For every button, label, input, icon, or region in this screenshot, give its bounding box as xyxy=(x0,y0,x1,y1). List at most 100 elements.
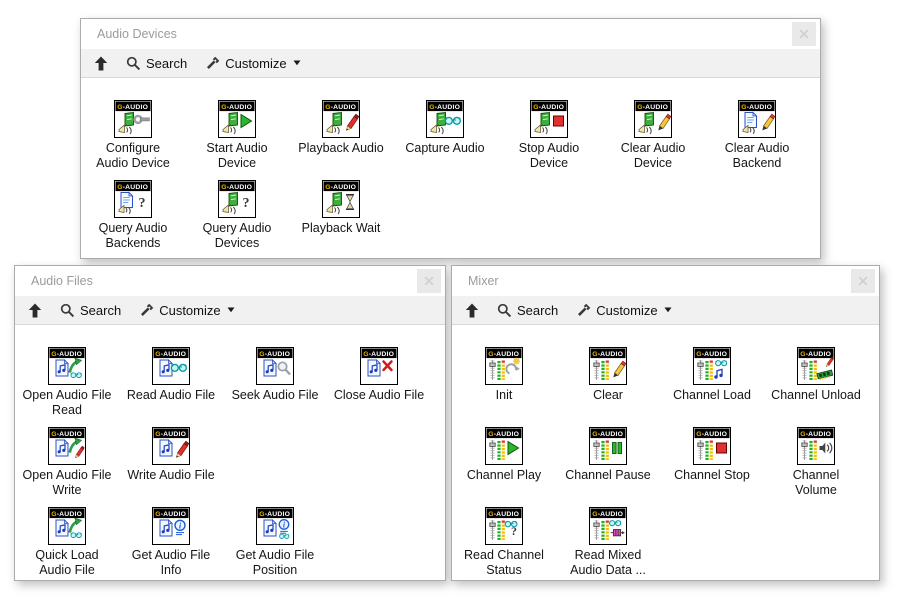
svg-text:G-AUDIO: G-AUDIO xyxy=(696,431,727,438)
svg-text:G-AUDIO: G-AUDIO xyxy=(221,184,252,191)
search-label: Search xyxy=(146,56,187,71)
palette-item[interactable]: G-AUDIOStart Audio Device xyxy=(185,100,289,180)
palette-item[interactable]: G-AUDIO Capture Audio xyxy=(393,100,497,180)
speaker-eraser-icon: G-AUDIO xyxy=(634,100,672,138)
svg-text:G-AUDIO: G-AUDIO xyxy=(51,431,82,438)
palette-item[interactable]: G-AUDIOChannel Play xyxy=(452,427,556,507)
palette-item[interactable]: G-AUDIO Channel Pause xyxy=(556,427,660,507)
wrench-icon xyxy=(139,303,154,318)
svg-text:G-AUDIO: G-AUDIO xyxy=(488,431,519,438)
speaker-question-icon: G-AUDIO? xyxy=(218,180,256,218)
toolbar: Search Customize xyxy=(452,296,879,325)
search-icon xyxy=(126,56,141,71)
titlebar[interactable]: Audio Files xyxy=(15,266,445,296)
close-button[interactable] xyxy=(851,269,875,293)
mixer-eraser-icon: G-AUDIO xyxy=(589,347,627,385)
mixer-glasses-question-icon: G-AUDIO? xyxy=(485,507,523,545)
palette-item[interactable]: G-AUDIOQuick Load Audio File xyxy=(15,507,119,580)
palette-item[interactable]: G-AUDIOiGet Audio File Info xyxy=(119,507,223,580)
customize-button[interactable]: Customize xyxy=(570,301,677,320)
palette-item[interactable]: G-AUDIO Close Audio File xyxy=(327,347,431,427)
palette-row: G-AUDIOInitG-AUDIOClearG-AUDIOChannel Lo… xyxy=(452,347,879,427)
svg-text:G-AUDIO: G-AUDIO xyxy=(259,351,290,358)
wrench-icon xyxy=(576,303,591,318)
wrench-icon xyxy=(205,56,220,71)
palette-item-label: Query Audio Devices xyxy=(203,221,272,251)
palette-items: G-AUDIOInitG-AUDIOClearG-AUDIOChannel Lo… xyxy=(452,325,879,580)
palette-item[interactable]: G-AUDIOOpen Audio File Write xyxy=(15,427,119,507)
palette-item[interactable]: G-AUDIO Channel Unload xyxy=(764,347,868,427)
palette-row: G-AUDIOChannel PlayG-AUDIOChannel PauseG… xyxy=(452,427,879,507)
search-icon xyxy=(60,303,75,318)
palette-item-label: Channel Unload xyxy=(771,388,861,403)
search-button[interactable]: Search xyxy=(120,54,193,73)
svg-text:G-AUDIO: G-AUDIO xyxy=(592,511,623,518)
palette-item-label: Open Audio File Read xyxy=(23,388,112,418)
palette-item-label: Clear Audio Device xyxy=(621,141,686,171)
palette-item[interactable]: G-AUDIOConfigure Audio Device xyxy=(81,100,185,180)
svg-text:G-AUDIO: G-AUDIO xyxy=(488,511,519,518)
search-button[interactable]: Search xyxy=(54,301,127,320)
svg-text:G-AUDIO: G-AUDIO xyxy=(259,511,290,518)
svg-text:G-AUDIO: G-AUDIO xyxy=(363,351,394,358)
svg-text:G-AUDIO: G-AUDIO xyxy=(51,511,82,518)
svg-text:G-AUDIO: G-AUDIO xyxy=(488,351,519,358)
palette-item[interactable]: G-AUDIOPlayback Wait xyxy=(289,180,393,258)
palette-item[interactable]: G-AUDIOOpen Audio File Read xyxy=(15,347,119,427)
svg-text:G-AUDIO: G-AUDIO xyxy=(800,351,831,358)
svg-text:?: ? xyxy=(243,196,250,211)
palette-item[interactable]: G-AUDIOiGet Audio File Position xyxy=(223,507,327,580)
speaker-glasses-icon: G-AUDIO xyxy=(426,100,464,138)
customize-button[interactable]: Customize xyxy=(133,301,240,320)
palette-item[interactable]: G-AUDIOStop Audio Device xyxy=(497,100,601,180)
customize-button[interactable]: Customize xyxy=(199,54,306,73)
titlebar[interactable]: Audio Devices xyxy=(81,19,820,49)
up-button[interactable] xyxy=(88,54,114,73)
speaker-play-icon: G-AUDIO xyxy=(218,100,256,138)
svg-text:G-AUDIO: G-AUDIO xyxy=(155,511,186,518)
palette-item[interactable]: G-AUDIOClear Audio Device xyxy=(601,100,705,180)
palette-item-label: Read Channel Status xyxy=(464,548,544,578)
palette-row: G-AUDIOQuick Load Audio FileG-AUDIOiGet … xyxy=(15,507,445,580)
palette-row: G-AUDIOOpen Audio File WriteG-AUDIOWrite… xyxy=(15,427,445,507)
palette-item[interactable]: G-AUDIOClear xyxy=(556,347,660,427)
palette-item[interactable]: G-AUDIO Read Audio File xyxy=(119,347,223,427)
palette-item[interactable]: G-AUDIORead Mixed Audio Data ... xyxy=(556,507,660,580)
window-audio-files: Audio Files Search Customize G-AUDIOOpen… xyxy=(14,265,446,581)
palette-item[interactable]: G-AUDIO?Query Audio Backends xyxy=(81,180,185,258)
up-button[interactable] xyxy=(459,301,485,320)
up-arrow-icon xyxy=(94,56,108,71)
palette-item[interactable]: G-AUDIO Seek Audio File xyxy=(223,347,327,427)
music-doc-arrow-pencil-icon: G-AUDIO xyxy=(48,427,86,465)
mixer-pause-icon: G-AUDIO xyxy=(589,427,627,465)
palette-item[interactable]: G-AUDIO?Query Audio Devices xyxy=(185,180,289,258)
music-doc-info-icon: G-AUDIOi xyxy=(152,507,190,545)
palette-item[interactable]: G-AUDIOPlayback Audio xyxy=(289,100,393,180)
svg-text:G-AUDIO: G-AUDIO xyxy=(696,351,727,358)
palette-item-label: Capture Audio xyxy=(405,141,484,156)
palette-item[interactable]: G-AUDIO?Read Channel Status xyxy=(452,507,556,580)
svg-text:G-AUDIO: G-AUDIO xyxy=(429,104,460,111)
search-button[interactable]: Search xyxy=(491,301,564,320)
svg-text:G-AUDIO: G-AUDIO xyxy=(533,104,564,111)
palette-item[interactable]: G-AUDIOChannel Load xyxy=(660,347,764,427)
palette-item[interactable]: G-AUDIOClear Audio Backend xyxy=(705,100,809,180)
palette-item[interactable]: G-AUDIOInit xyxy=(452,347,556,427)
close-icon xyxy=(799,29,809,39)
palette-item-label: Seek Audio File xyxy=(232,388,319,403)
titlebar[interactable]: Mixer xyxy=(452,266,879,296)
close-button[interactable] xyxy=(417,269,441,293)
palette-item[interactable]: G-AUDIOChannel Volume xyxy=(764,427,868,507)
mixer-note-glasses-icon: G-AUDIO xyxy=(693,347,731,385)
palette-item[interactable]: G-AUDIOChannel Stop xyxy=(660,427,764,507)
palette-item-label: Read Audio File xyxy=(127,388,215,403)
close-button[interactable] xyxy=(792,22,816,46)
palette-item[interactable]: G-AUDIOWrite Audio File xyxy=(119,427,223,507)
up-button[interactable] xyxy=(22,301,48,320)
palette-item-label: Channel Pause xyxy=(565,468,650,483)
palette-item-label: Close Audio File xyxy=(334,388,424,403)
music-doc-arrow-glasses-icon: G-AUDIO xyxy=(48,347,86,385)
palette-item-label: Get Audio File Info xyxy=(132,548,211,578)
svg-text:G-AUDIO: G-AUDIO xyxy=(155,351,186,358)
svg-text:G-AUDIO: G-AUDIO xyxy=(117,184,148,191)
